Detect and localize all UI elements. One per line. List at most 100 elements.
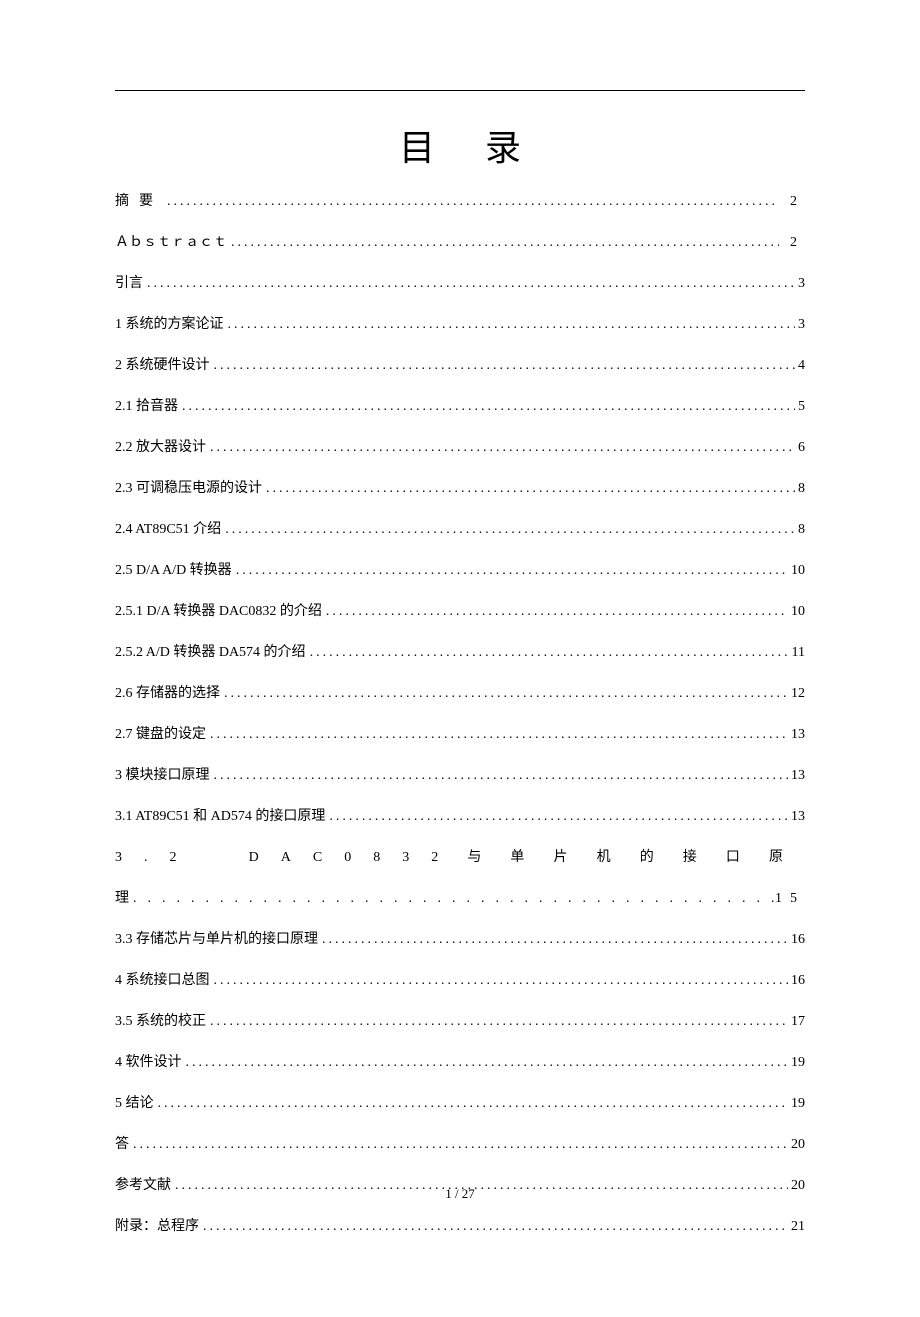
toc-label: 3 模块接口原理 xyxy=(115,765,210,786)
toc-leader-dots: ........................................… xyxy=(224,314,795,335)
toc-leader-dots: ........................................… xyxy=(129,1134,788,1155)
toc-page-number: 19 xyxy=(788,1093,806,1114)
toc-leader-dots: ........................................… xyxy=(322,601,788,622)
toc-label: Ａｂｓｔｒａｃｔ xyxy=(115,232,227,253)
toc-leader-dots: ........................................… xyxy=(129,888,775,909)
toc-label-continuation: 理 xyxy=(115,888,129,909)
toc-page-number: 3 xyxy=(795,314,806,335)
toc-label: 答 xyxy=(115,1134,129,1155)
toc-entry: 摘要......................................… xyxy=(115,191,805,212)
toc-page-number: 16 xyxy=(788,929,806,950)
toc-leader-dots: ........................................… xyxy=(262,478,795,499)
toc-label: 3.3 存储芯片与单片机的接口原理 xyxy=(115,929,318,950)
toc-leader-dots: ........................................… xyxy=(206,437,795,458)
toc-page-number: 8 xyxy=(795,478,806,499)
toc-leader-dots: ........................................… xyxy=(325,806,787,827)
toc-leader-dots: ........................................… xyxy=(220,683,788,704)
toc-entry: 2.5.1 D/A 转换器 DAC0832 的介绍...............… xyxy=(115,601,805,622)
toc-entry: 3.5 系统的校正...............................… xyxy=(115,1011,805,1032)
horizontal-rule xyxy=(115,90,805,91)
toc-entry: 2.2 放大器设计...............................… xyxy=(115,437,805,458)
toc-entry: 2.5 D/A A/D 转换器.........................… xyxy=(115,560,805,581)
toc-entry: 4 系统接口总图................................… xyxy=(115,970,805,991)
toc-label: 4 软件设计 xyxy=(115,1052,182,1073)
toc-leader-dots: ........................................… xyxy=(210,970,788,991)
toc-leader-dots: ........................................… xyxy=(232,560,788,581)
toc-leader-dots: ........................................… xyxy=(306,642,788,663)
toc-label: 引言 xyxy=(115,273,143,294)
toc-leader-dots: ........................................… xyxy=(154,1093,788,1114)
toc-entry: 1 系统的方案论证...............................… xyxy=(115,314,805,335)
toc-entry: 3.1 AT89C51 和 AD574 的接口原理...............… xyxy=(115,806,805,827)
toc-leader-dots: ........................................… xyxy=(210,355,795,376)
toc-label: 2.1 拾音器 xyxy=(115,396,178,417)
toc-page-number: 8 xyxy=(795,519,806,540)
toc-label: 3.2 DAC0832与单片机的接口原 xyxy=(115,847,805,868)
toc-label: 附录：总程序 xyxy=(115,1216,199,1237)
toc-entry: 2.3 可调稳压电源的设计...........................… xyxy=(115,478,805,499)
toc-label: 2.6 存储器的选择 xyxy=(115,683,220,704)
toc-entry-wrapped: 3.2 DAC0832与单片机的接口原 理 ..................… xyxy=(115,847,805,909)
toc-wrap-line2: 理 ......................................… xyxy=(115,888,805,909)
toc-label: 摘要 xyxy=(115,191,163,212)
toc-entry: 2 系统硬件设计................................… xyxy=(115,355,805,376)
toc-page-number: 16 xyxy=(788,970,806,991)
toc-page-number: 10 xyxy=(788,601,806,622)
toc-leader-dots: ........................................… xyxy=(221,519,794,540)
toc-leader-dots: ........................................… xyxy=(206,724,788,745)
toc-page-number: 13 xyxy=(788,765,806,786)
toc-leader-dots: ........................................… xyxy=(178,396,795,417)
toc-page-number: 17 xyxy=(788,1011,806,1032)
table-of-contents: 摘要......................................… xyxy=(115,191,805,1237)
toc-entry: 5 结论....................................… xyxy=(115,1093,805,1114)
toc-entry: 引言......................................… xyxy=(115,273,805,294)
toc-label: 1 系统的方案论证 xyxy=(115,314,224,335)
toc-page-number: 15 xyxy=(775,888,805,909)
toc-label: 3.5 系统的校正 xyxy=(115,1011,206,1032)
toc-entry: 2.1 拾音器.................................… xyxy=(115,396,805,417)
toc-label: 2.2 放大器设计 xyxy=(115,437,206,458)
toc-page-number: 21 xyxy=(784,1216,805,1237)
toc-label: 3.1 AT89C51 和 AD574 的接口原理 xyxy=(115,806,325,827)
toc-page-number: 13 xyxy=(788,806,806,827)
page-title: 目录 xyxy=(115,119,805,171)
toc-page-number: 13 xyxy=(788,724,806,745)
toc-page-number: 5 xyxy=(795,396,806,417)
toc-leader-dots: ........................................… xyxy=(143,273,795,294)
toc-page-number: 20 xyxy=(788,1134,806,1155)
toc-page-number: 2 xyxy=(779,191,806,212)
toc-page-number: 3 xyxy=(795,273,806,294)
toc-leader-dots: ........................................… xyxy=(318,929,788,950)
toc-label: 5 结论 xyxy=(115,1093,154,1114)
toc-leader-dots: ........................................… xyxy=(199,1216,784,1237)
page-footer: 1 / 27 xyxy=(0,1186,920,1202)
toc-label: 2.4 AT89C51 介绍 xyxy=(115,519,221,540)
toc-entry: 3 模块接口原理................................… xyxy=(115,765,805,786)
toc-entry: 3.3 存储芯片与单片机的接口原理.......................… xyxy=(115,929,805,950)
toc-page-number: 10 xyxy=(788,560,806,581)
toc-label: 2.5.1 D/A 转换器 DAC0832 的介绍 xyxy=(115,601,322,622)
toc-entry: 2.6 存储器的选择..............................… xyxy=(115,683,805,704)
toc-entry: Ａｂｓｔｒａｃｔ................................… xyxy=(115,232,805,253)
toc-entry: 4 软件设计..................................… xyxy=(115,1052,805,1073)
toc-page-number: 11 xyxy=(788,642,805,663)
toc-label: 2.5 D/A A/D 转换器 xyxy=(115,560,232,581)
toc-page-number: 4 xyxy=(795,355,806,376)
toc-leader-dots: ........................................… xyxy=(210,765,788,786)
toc-leader-dots: ........................................… xyxy=(206,1011,788,1032)
toc-entry: 2.7 键盘的设定...............................… xyxy=(115,724,805,745)
toc-page-number: 2 xyxy=(779,232,806,253)
toc-entry: 附录：总程序..................................… xyxy=(115,1216,805,1237)
toc-label: 2 系统硬件设计 xyxy=(115,355,210,376)
toc-page-number: 6 xyxy=(795,437,806,458)
toc-leader-dots: ........................................… xyxy=(182,1052,788,1073)
toc-label: 2.5.2 A/D 转换器 DA574 的介绍 xyxy=(115,642,306,663)
toc-leader-dots: ........................................… xyxy=(227,232,779,253)
toc-label: 2.3 可调稳压电源的设计 xyxy=(115,478,262,499)
toc-page-number: 12 xyxy=(788,683,806,704)
toc-label: 4 系统接口总图 xyxy=(115,970,210,991)
toc-entry: 2.5.2 A/D 转换器 DA574 的介绍.................… xyxy=(115,642,805,663)
page-container: 目录 摘要...................................… xyxy=(0,0,920,1317)
toc-leader-dots: ........................................… xyxy=(163,191,779,212)
toc-entry: 答.......................................… xyxy=(115,1134,805,1155)
